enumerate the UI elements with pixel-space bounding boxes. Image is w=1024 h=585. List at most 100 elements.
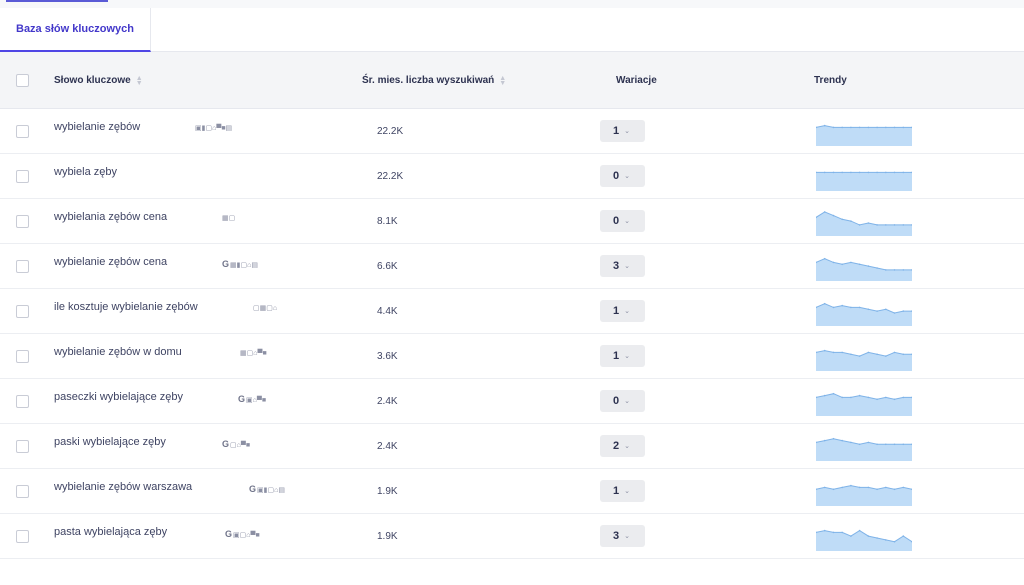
row-checkbox[interactable] xyxy=(16,440,29,453)
variations-dropdown[interactable]: 0 ⌄ xyxy=(600,165,645,187)
trend-point xyxy=(832,392,835,395)
table-row: paski wybielające zęby G▢⌂▀■ 2.4K 2 ⌄ xyxy=(0,424,1024,469)
trend-point xyxy=(902,269,905,271)
trend-area xyxy=(816,438,912,461)
row-checkbox[interactable] xyxy=(16,305,29,318)
row-checkbox[interactable] xyxy=(16,125,29,138)
chat-icon: ▢ xyxy=(228,215,236,222)
chat-icon: ▢ xyxy=(230,442,237,449)
variations-dropdown[interactable]: 0 ⌄ xyxy=(600,390,645,412)
trend-sparkline xyxy=(816,484,912,506)
row-checkbox[interactable] xyxy=(16,215,29,228)
keyword-text[interactable]: ile kosztuje wybielanie zębów xyxy=(54,301,198,313)
serp-features: G▢⌂▀■ xyxy=(222,439,250,449)
trend-point xyxy=(867,265,870,267)
variations-dropdown[interactable]: 3 ⌄ xyxy=(600,525,645,547)
trend-sparkline xyxy=(816,392,912,416)
trend-point xyxy=(858,529,861,532)
search-volume: 2.4K xyxy=(377,396,398,407)
row-checkbox[interactable] xyxy=(16,395,29,408)
chevron-down-icon: ⌄ xyxy=(624,308,630,315)
trend-point xyxy=(893,269,896,271)
trend-point xyxy=(902,353,905,356)
trend-point xyxy=(867,351,870,354)
chevron-down-icon: ⌄ xyxy=(624,218,630,225)
trend-sparkline xyxy=(816,124,912,146)
search-volume: 6.6K xyxy=(377,261,398,272)
camera-icon: ■ xyxy=(245,442,251,449)
variations-dropdown[interactable]: 1 ⌄ xyxy=(600,480,645,502)
keyword-text[interactable]: wybielanie zębów xyxy=(54,121,140,133)
serp-features: ▦▢⌂▀■ xyxy=(240,349,267,357)
tab-keyword-base[interactable]: Baza słów kluczowych xyxy=(0,8,151,52)
chevron-down-icon: ⌄ xyxy=(624,443,630,450)
keyword-text[interactable]: wybielanie zębów w domu xyxy=(54,346,182,358)
trend-sparkline xyxy=(816,211,912,236)
trend-sparkline xyxy=(816,437,912,461)
column-header-variations: Wariacje xyxy=(616,52,657,109)
trend-point xyxy=(885,126,887,129)
trend-point xyxy=(893,312,896,314)
trend-point xyxy=(832,171,835,174)
variations-dropdown[interactable]: 0 ⌄ xyxy=(600,210,645,232)
trend-point xyxy=(876,353,878,356)
trend-point xyxy=(858,443,861,446)
keyword-text[interactable]: wybiela zęby xyxy=(54,166,117,178)
column-header-trends-label: Trendy xyxy=(814,75,847,86)
column-header-keyword[interactable]: Słowo kluczowe ▲ ▼ xyxy=(54,52,143,109)
row-checkbox[interactable] xyxy=(16,170,29,183)
trend-point xyxy=(885,396,887,399)
variations-dropdown[interactable]: 1 ⌄ xyxy=(600,120,645,142)
trend-point xyxy=(832,488,835,491)
keyword-text[interactable]: paski wybielające zęby xyxy=(54,436,166,448)
variations-dropdown[interactable]: 1 ⌄ xyxy=(600,345,645,367)
trend-point xyxy=(876,488,878,491)
trend-point xyxy=(902,171,905,174)
trend-point xyxy=(858,224,861,226)
google-icon: G xyxy=(238,394,246,404)
google-icon: G xyxy=(225,529,233,539)
variations-dropdown[interactable]: 2 ⌄ xyxy=(600,435,645,457)
variations-dropdown[interactable]: 3 ⌄ xyxy=(600,255,645,277)
trend-area xyxy=(816,172,912,191)
trend-point xyxy=(823,211,826,213)
news-icon: ▤ xyxy=(225,125,233,132)
trend-point xyxy=(850,171,852,174)
row-checkbox[interactable] xyxy=(16,260,29,273)
row-checkbox[interactable] xyxy=(16,350,29,363)
select-all-checkbox[interactable] xyxy=(16,74,29,87)
keyword-text[interactable]: paseczki wybielające zęby xyxy=(54,391,183,403)
keyword-text[interactable]: wybielanie zębów warszawa xyxy=(54,481,192,493)
keyword-text[interactable]: wybielania zębów cena xyxy=(54,211,167,223)
column-header-variations-label: Wariacje xyxy=(616,75,657,86)
column-header-volume[interactable]: Śr. mies. liczba wyszukiwań ▲ ▼ xyxy=(362,52,506,109)
review-icon: ▦ xyxy=(230,262,237,269)
trend-point xyxy=(867,308,870,311)
trend-sparkline xyxy=(816,529,912,551)
trend-point xyxy=(893,224,896,226)
row-checkbox[interactable] xyxy=(16,530,29,543)
sort-icon[interactable]: ▲ ▼ xyxy=(136,75,143,87)
variations-dropdown[interactable]: 1 ⌄ xyxy=(600,300,645,322)
sort-icon[interactable]: ▲ ▼ xyxy=(499,75,506,87)
trend-point xyxy=(867,441,870,444)
trend-point xyxy=(850,535,852,537)
variations-count: 3 xyxy=(613,260,620,272)
trend-point xyxy=(885,443,887,446)
trend-point xyxy=(876,171,878,174)
trend-line xyxy=(816,125,912,128)
variations-count: 0 xyxy=(613,170,620,182)
trend-point xyxy=(823,439,826,442)
trend-point xyxy=(823,394,826,397)
keyword-text[interactable]: pasta wybielająca zęby xyxy=(54,526,167,538)
keyword-text[interactable]: wybielanie zębów cena xyxy=(54,256,167,268)
trend-point xyxy=(841,171,843,174)
search-volume: 2.4K xyxy=(377,441,398,452)
trend-point xyxy=(885,539,887,541)
row-checkbox[interactable] xyxy=(16,485,29,498)
trend-sparkline xyxy=(816,349,912,371)
search-volume: 1.9K xyxy=(377,486,398,497)
trend-point xyxy=(885,486,887,489)
top-strip xyxy=(0,0,1024,8)
variations-count: 1 xyxy=(613,350,620,362)
